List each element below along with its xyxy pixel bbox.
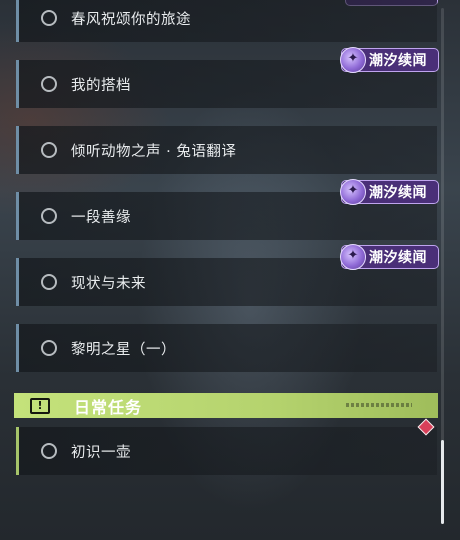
daily-tasks-header[interactable]: ! 日常任务 — [14, 393, 438, 418]
quest-title: 现状与未来 — [71, 275, 146, 292]
tidal-story-badge: ✦ 潮汐续闻 — [340, 47, 439, 73]
tidal-sparkle-icon: ✦ — [340, 47, 366, 73]
daily-quest-item[interactable]: 初识一壶 — [16, 427, 437, 475]
quest-status-circle-icon — [41, 443, 57, 459]
quest-list-panel: 春风祝颂你的旅途 我的搭档 倾听动物之声 · 兔语翻译 一段善缘 现状与未来 黎… — [0, 0, 460, 540]
quest-item[interactable]: 黎明之星（一） — [16, 324, 437, 372]
tidal-sparkle-icon: ✦ — [340, 244, 366, 270]
quest-status-circle-icon — [41, 340, 57, 356]
quest-status-circle-icon — [41, 274, 57, 290]
tidal-sparkle-icon: ✦ — [340, 179, 366, 205]
quest-item[interactable]: 倾听动物之声 · 兔语翻译 — [16, 126, 437, 174]
quest-title: 春风祝颂你的旅途 — [71, 11, 191, 28]
quest-title: 初识一壶 — [71, 444, 131, 461]
quest-title: 黎明之星（一） — [71, 341, 176, 358]
quest-status-circle-icon — [41, 142, 57, 158]
quest-status-circle-icon — [41, 10, 57, 26]
quest-title: 倾听动物之声 · 兔语翻译 — [71, 143, 237, 160]
badge-label: 潮汐续闻 — [369, 250, 427, 266]
quest-status-circle-icon — [41, 208, 57, 224]
scrollbar-thumb[interactable] — [441, 440, 444, 524]
quest-item[interactable]: 春风祝颂你的旅途 — [16, 0, 437, 42]
badge-label: 潮汐续闻 — [369, 185, 427, 201]
tidal-story-badge: ✦ 潮汐续闻 — [340, 179, 439, 205]
section-title: 日常任务 — [74, 397, 143, 417]
badge-label: 潮汐续闻 — [369, 53, 427, 69]
quest-title: 我的搭档 — [71, 77, 131, 94]
exclamation-icon: ! — [30, 397, 50, 414]
scrollbar[interactable] — [441, 8, 444, 524]
header-decoration — [346, 403, 412, 407]
tidal-story-badge: ✦ 潮汐续闻 — [340, 244, 439, 270]
quest-status-circle-icon — [41, 76, 57, 92]
quest-title: 一段善缘 — [71, 209, 131, 226]
